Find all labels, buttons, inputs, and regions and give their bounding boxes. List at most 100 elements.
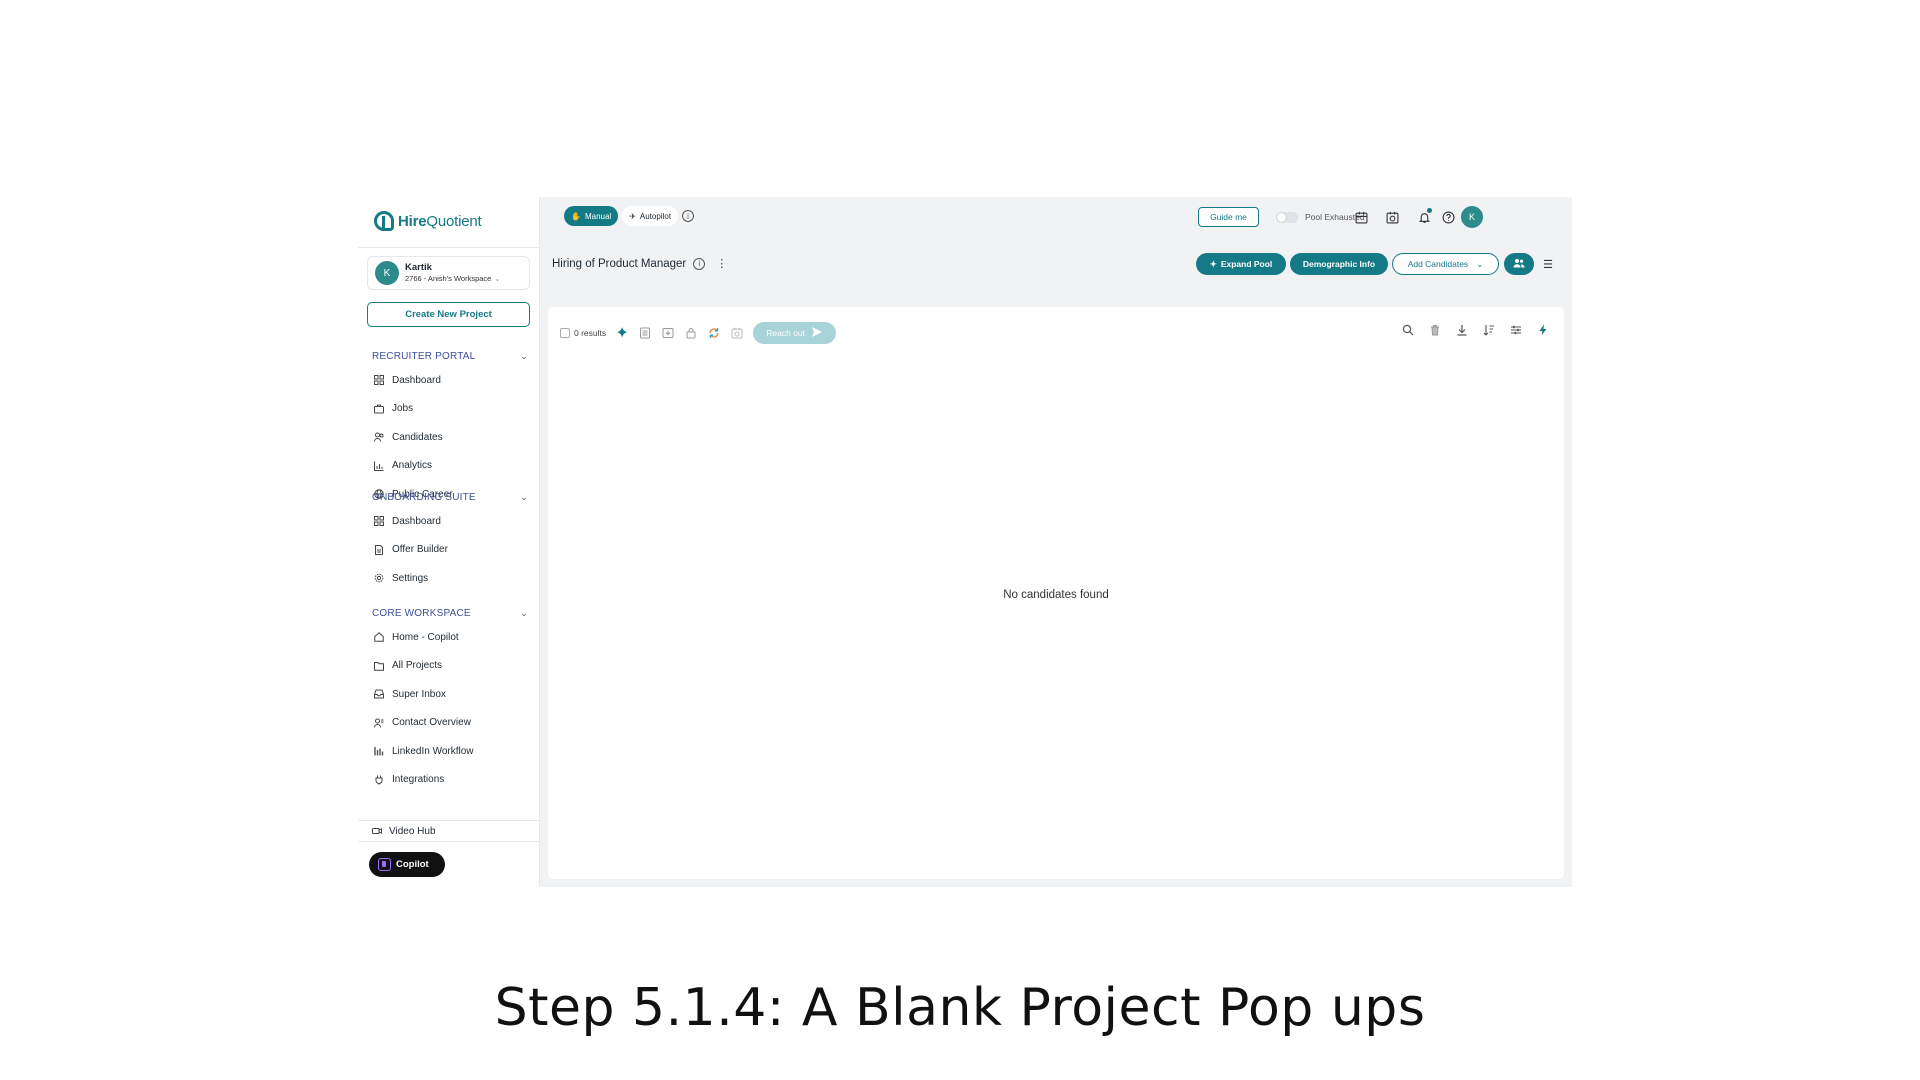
filter-sliders-icon[interactable] (1509, 323, 1523, 337)
hand-icon: ✋ (571, 211, 581, 221)
sidebar-item-analytics[interactable]: Analytics (358, 452, 540, 481)
project-header: Hiring of Product Manager i ⋮ (552, 257, 727, 270)
reach-out-button[interactable]: Reach out (753, 322, 837, 344)
expand-pool-button[interactable]: ✦ Expand Pool (1196, 253, 1286, 275)
send-icon (811, 326, 823, 340)
sidebar-item-onboarding-dashboard[interactable]: Dashboard (358, 507, 540, 536)
sidebar-item-dashboard[interactable]: Dashboard (358, 366, 540, 395)
sidebar-item-label: Jobs (392, 403, 414, 415)
lightning-icon[interactable] (1536, 323, 1550, 337)
list-settings-icon[interactable]: ☰ (1540, 256, 1556, 272)
app-window: HireQuotient K Kartik 2766 - Anish's Wor… (358, 197, 1572, 887)
sidebar-item-home-copilot[interactable]: Home - Copilot (358, 623, 540, 652)
folder-icon (374, 661, 384, 671)
copilot-icon (378, 858, 391, 871)
sidebar-item-linkedin-workflow[interactable]: LinkedIn Workflow (358, 737, 540, 766)
empty-state-message: No candidates found (1003, 589, 1109, 601)
mode-autopilot-label: Autopilot (639, 211, 672, 221)
sidebar-item-label: Integrations (392, 774, 445, 786)
list-icon[interactable] (638, 326, 652, 340)
sort-icon[interactable] (1482, 323, 1496, 337)
sidebar-item-candidates[interactable]: Candidates (358, 423, 540, 452)
user-name: Kartik (405, 262, 432, 273)
select-all-checkbox[interactable] (560, 328, 570, 338)
sidebar-item-label: Home - Copilot (392, 631, 459, 643)
logo-text: HireQuotient (398, 212, 482, 230)
sidebar-item-label: LinkedIn Workflow (392, 745, 474, 757)
schedule-icon[interactable] (730, 326, 744, 340)
workspace-name: 2766 - Anish's Workspace ⌄ (405, 274, 501, 283)
section-title: ONBOARDING SUITE (372, 491, 476, 503)
section-recruiter-portal: RECRUITER PORTAL ⌄ Dashboard Jobs Candid… (358, 346, 540, 509)
sidebar-item-label: Settings (392, 572, 429, 584)
info-icon[interactable]: i (682, 210, 695, 222)
slide-caption: Step 5.1.4: A Blank Project Pop ups (494, 978, 1426, 1038)
sidebar-item-all-projects[interactable]: All Projects (358, 652, 540, 681)
create-new-project-button[interactable]: Create New Project (367, 302, 530, 327)
calendar-clock-icon[interactable] (1384, 209, 1400, 225)
video-icon (372, 826, 382, 836)
chevron-down-icon: ⌄ (1476, 258, 1484, 269)
logo-mark-icon (374, 211, 394, 231)
sidebar-item-label: Contact Overview (392, 717, 471, 729)
sidebar-item-integrations[interactable]: Integrations (358, 766, 540, 795)
home-icon (374, 632, 384, 643)
help-icon[interactable] (1440, 209, 1456, 225)
sparkle-icon: ✦ (1209, 258, 1217, 269)
download-icon[interactable] (1455, 323, 1469, 337)
sidebar-item-jobs[interactable]: Jobs (358, 395, 540, 424)
dashboard-icon (374, 375, 384, 386)
sidebar-item-contact-overview[interactable]: Contact Overview (358, 709, 540, 738)
add-candidates-dropdown[interactable]: Add Candidates ⌄ (1392, 253, 1499, 275)
sidebar-item-label: All Projects (392, 660, 443, 672)
profile-avatar[interactable]: K (1461, 206, 1483, 228)
bell-icon[interactable] (1416, 208, 1432, 225)
mode-manual-button[interactable]: ✋ Manual (564, 206, 619, 226)
section-title: RECRUITER PORTAL (372, 350, 476, 362)
hirequotient-logo[interactable]: HireQuotient (374, 211, 482, 231)
sync-icon[interactable] (707, 326, 721, 340)
document-icon (374, 544, 384, 555)
reach-out-label: Reach out (766, 328, 805, 338)
info-icon[interactable]: i (693, 257, 706, 270)
search-icon[interactable] (1401, 323, 1415, 337)
chevron-down-icon: ⌄ (494, 274, 501, 283)
sidebar-item-label: Video Hub (389, 825, 436, 837)
more-options-icon[interactable]: ⋮ (716, 257, 727, 270)
section-header[interactable]: ONBOARDING SUITE ⌄ (358, 487, 540, 507)
sidebar-item-super-inbox[interactable]: Super Inbox (358, 680, 540, 709)
demographic-info-button[interactable]: Demographic Info (1290, 253, 1388, 275)
divider (358, 247, 540, 248)
section-core-workspace: CORE WORKSPACE ⌄ Home - Copilot All Proj… (358, 603, 540, 794)
export-icon[interactable] (661, 326, 675, 340)
mode-autopilot-button[interactable]: ✈ Autopilot (622, 206, 679, 226)
dashboard-icon (374, 516, 384, 527)
team-members-button[interactable] (1504, 253, 1534, 275)
chevron-down-icon: ⌄ (520, 491, 528, 502)
copilot-button[interactable]: Copilot (369, 852, 445, 877)
chevron-down-icon: ⌄ (520, 350, 528, 361)
lock-icon[interactable] (684, 326, 698, 340)
workspace-switcher[interactable]: K Kartik 2766 - Anish's Workspace ⌄ (367, 256, 530, 290)
page-title: Hiring of Product Manager (552, 257, 687, 270)
expand-pool-label: Expand Pool (1220, 259, 1273, 269)
calendar-icon[interactable] (1353, 209, 1369, 225)
chevron-down-icon: ⌄ (520, 607, 528, 618)
sidebar-item-label: Dashboard (392, 515, 441, 527)
sidebar-item-label: Super Inbox (392, 688, 446, 700)
candidates-panel: 0 results ✦ Reach out No candidates foun… (548, 307, 1564, 879)
pool-exhausted-toggle[interactable] (1276, 212, 1298, 223)
delete-icon[interactable] (1428, 323, 1442, 337)
mode-toggle: ✋ Manual ✈ Autopilot i (564, 206, 695, 226)
section-header[interactable]: CORE WORKSPACE ⌄ (358, 603, 540, 623)
sidebar-item-video-hub[interactable]: Video Hub (358, 820, 540, 842)
add-candidates-label: Add Candidates (1407, 259, 1469, 269)
sidebar-item-offer-builder[interactable]: Offer Builder (358, 536, 540, 565)
inbox-icon (374, 689, 384, 699)
guide-me-button[interactable]: Guide me (1198, 207, 1259, 227)
section-header[interactable]: RECRUITER PORTAL ⌄ (358, 346, 540, 366)
ai-sparkle-icon[interactable]: ✦ (615, 325, 629, 342)
notification-dot (1427, 208, 1432, 213)
sidebar-item-settings[interactable]: Settings (358, 564, 540, 593)
gear-icon (374, 573, 384, 583)
